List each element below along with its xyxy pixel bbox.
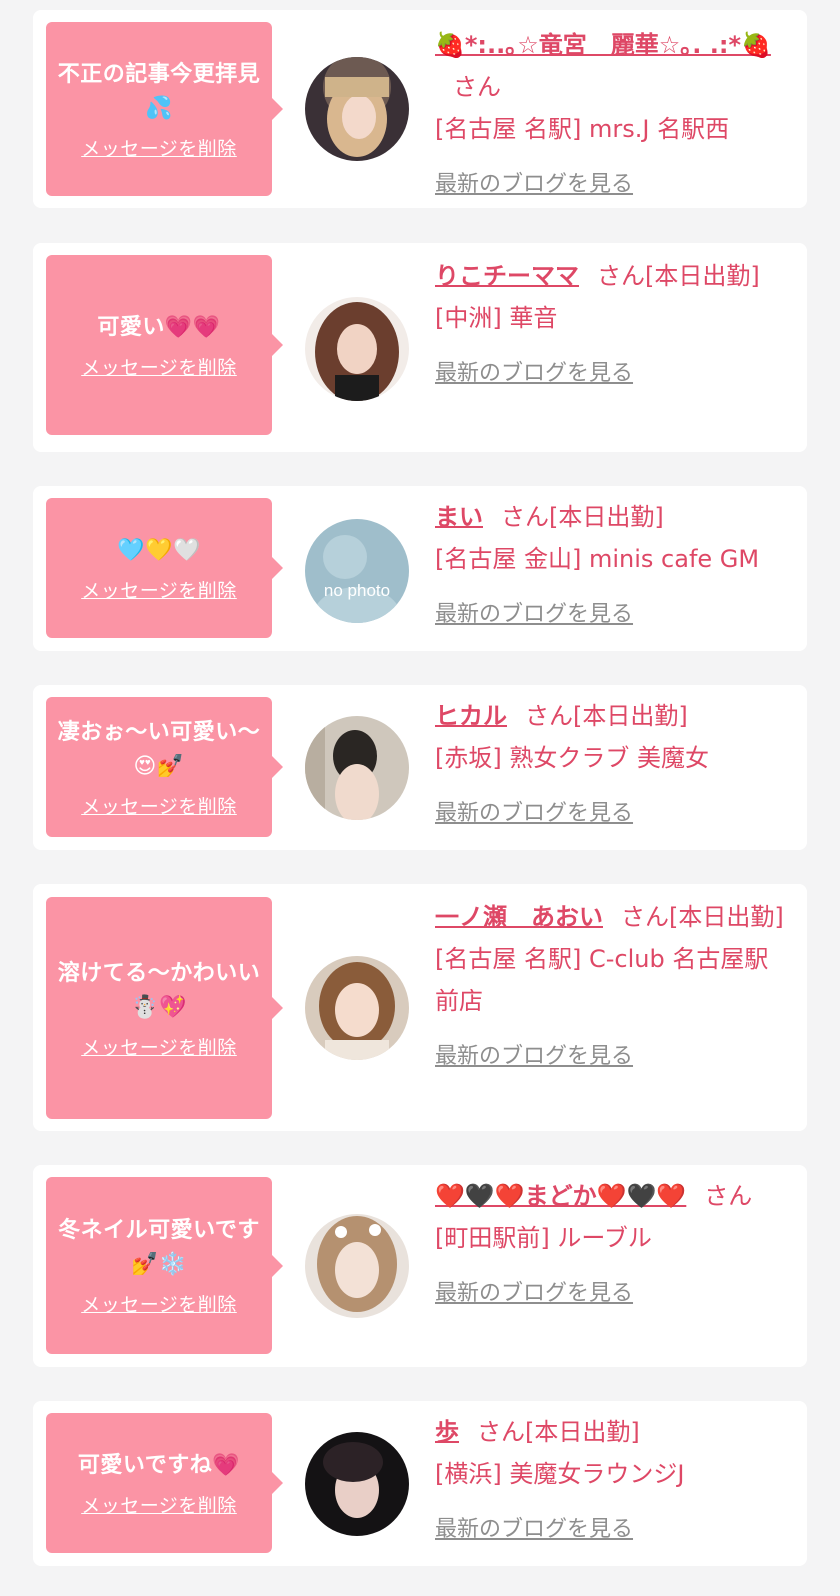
cast-name-link[interactable]: 🍓*:..｡☆竜宮 麗華☆｡. .:*🍓 [435,31,771,59]
delete-message-link[interactable]: メッセージを削除 [81,1033,237,1060]
message-text: 溶けてる〜かわいい☃️💖 [57,960,261,1020]
shop-name: [赤坂] 熟女クラブ 美魔女 [435,744,709,772]
message-text: 不正の記事今更拝見💦 [57,61,261,121]
message-text: 🩵💛🤍 [117,537,201,563]
name-line: 一ノ瀬 あおい さん[本日出勤] [435,896,785,938]
avatar[interactable] [305,297,409,401]
avatar[interactable] [305,956,409,1060]
honorific: さん [525,702,573,730]
honorific: さん [704,1182,753,1210]
shop-name: [中洲] 華音 [435,304,558,332]
profile-info: 歩さん[本日出勤] [横浜] 美魔女ラウンジJ 最新のブログを見る [435,1411,785,1543]
shop-name: [横浜] 美魔女ラウンジJ [435,1460,685,1488]
avatar[interactable] [305,1214,409,1318]
name-line: ❤️🖤❤️まどか❤️🖤❤️ さん [435,1175,785,1217]
name-line: まい さん[本日出勤] [435,496,785,538]
avatar[interactable]: no photo [305,519,409,623]
profile-info: ❤️🖤❤️まどか❤️🖤❤️ さん [町田駅前] ルーブル 最新のブログを見る [435,1175,785,1307]
message-text: 凄おぉ〜い可愛い〜😍💅 [57,719,261,779]
message-text: 可愛いですね💗 [77,1452,241,1478]
name-line: 🍓*:..｡☆竜宮 麗華☆｡. .:*🍓 さん [435,24,785,108]
shop-name: [名古屋 名駅] mrs.J 名駅西 [435,115,730,143]
status-text: [本日出勤] [525,1418,640,1446]
latest-blog-link[interactable]: 最新のブログを見る [435,795,633,827]
latest-blog-link[interactable]: 最新のブログを見る [435,1511,633,1543]
message-card: 可愛いですね💗 メッセージを削除 歩さん[本日出勤] [横浜] 美魔女ラウンジJ… [33,1401,807,1566]
cast-name-link[interactable]: まい [435,503,483,531]
cast-name-link[interactable]: りこチーママ [435,262,579,290]
message-bubble: 可愛い💗💗 メッセージを削除 [46,255,283,435]
avatar[interactable] [305,716,409,820]
cast-name-link[interactable]: 歩 [435,1418,459,1446]
cast-name-link[interactable]: ❤️🖤❤️まどか❤️🖤❤️ [435,1182,686,1210]
message-bubble: 凄おぉ〜い可愛い〜😍💅 メッセージを削除 [46,697,283,837]
honorific: さん [477,1418,525,1446]
delete-message-link[interactable]: メッセージを削除 [81,353,237,380]
latest-blog-link[interactable]: 最新のブログを見る [435,1038,633,1070]
delete-message-link[interactable]: メッセージを削除 [81,134,237,161]
name-line: りこチーママ さん[本日出勤] [435,255,785,297]
message-bubble: 溶けてる〜かわいい☃️💖 メッセージを削除 [46,897,283,1119]
delete-message-link[interactable]: メッセージを削除 [81,1290,237,1317]
message-card: 溶けてる〜かわいい☃️💖 メッセージを削除 一ノ瀬 あおい さん[本日出勤] [名… [33,884,807,1131]
message-card: 凄おぉ〜い可愛い〜😍💅 メッセージを削除 ヒカル さん[本日出勤] [赤坂] 熟女… [33,685,807,850]
status-text: [本日出勤] [573,702,688,730]
profile-info: まい さん[本日出勤] [名古屋 金山] minis cafe GM 最新のブログ… [435,496,785,628]
latest-blog-link[interactable]: 最新のブログを見る [435,596,633,628]
shop-name: [名古屋 名駅] C-club 名古屋駅前店 [435,945,769,1015]
profile-info: ヒカル さん[本日出勤] [赤坂] 熟女クラブ 美魔女 最新のブログを見る [435,695,785,827]
avatar[interactable] [305,57,409,161]
shop-name: [名古屋 金山] minis cafe GM [435,545,760,573]
delete-message-link[interactable]: メッセージを削除 [81,576,237,603]
message-card: 可愛い💗💗 メッセージを削除 りこチーママ さん[本日出勤] [中洲] 華音 最新… [33,243,807,452]
message-bubble: 🩵💛🤍 メッセージを削除 [46,498,283,638]
honorific: さん [621,903,669,931]
delete-message-link[interactable]: メッセージを削除 [81,1491,237,1518]
status-text: [本日出勤] [669,903,784,931]
message-card: 🩵💛🤍 メッセージを削除 no photo まい さん[本日出勤] [名古屋 金山… [33,486,807,651]
message-card: 不正の記事今更拝見💦 メッセージを削除 🍓*:..｡☆竜宮 麗華☆｡. .:*🍓… [33,10,807,208]
delete-message-link[interactable]: メッセージを削除 [81,792,237,819]
profile-info: 一ノ瀬 あおい さん[本日出勤] [名古屋 名駅] C-club 名古屋駅前店 最… [435,896,785,1070]
status-text: [本日出勤] [549,503,664,531]
honorific: さん [453,73,501,101]
avatar[interactable] [305,1432,409,1536]
message-bubble: 冬ネイル可愛いです💅❄️ メッセージを削除 [46,1177,283,1354]
latest-blog-link[interactable]: 最新のブログを見る [435,166,633,198]
cast-name-link[interactable]: 一ノ瀬 あおい [435,903,603,931]
message-text: 冬ネイル可愛いです💅❄️ [58,1218,260,1277]
message-bubble: 不正の記事今更拝見💦 メッセージを削除 [46,22,283,196]
honorific: さん [597,262,645,290]
profile-info: 🍓*:..｡☆竜宮 麗華☆｡. .:*🍓 さん [名古屋 名駅] mrs.J 名駅… [435,24,785,198]
message-text: 可愛い💗💗 [97,314,221,340]
cast-name-link[interactable]: ヒカル [435,702,507,730]
message-card: 冬ネイル可愛いです💅❄️ メッセージを削除 ❤️🖤❤️まどか❤️🖤❤️ さん [町… [33,1165,807,1367]
message-bubble: 可愛いですね💗 メッセージを削除 [46,1413,283,1553]
latest-blog-link[interactable]: 最新のブログを見る [435,355,633,387]
name-line: ヒカル さん[本日出勤] [435,695,785,737]
shop-name: [町田駅前] ルーブル [435,1224,652,1252]
latest-blog-link[interactable]: 最新のブログを見る [435,1275,633,1307]
profile-info: りこチーママ さん[本日出勤] [中洲] 華音 最新のブログを見る [435,255,785,387]
status-text: [本日出勤] [645,262,760,290]
no-photo-text: no photo [324,581,390,600]
name-line: 歩さん[本日出勤] [435,1411,785,1453]
honorific: さん [501,503,549,531]
